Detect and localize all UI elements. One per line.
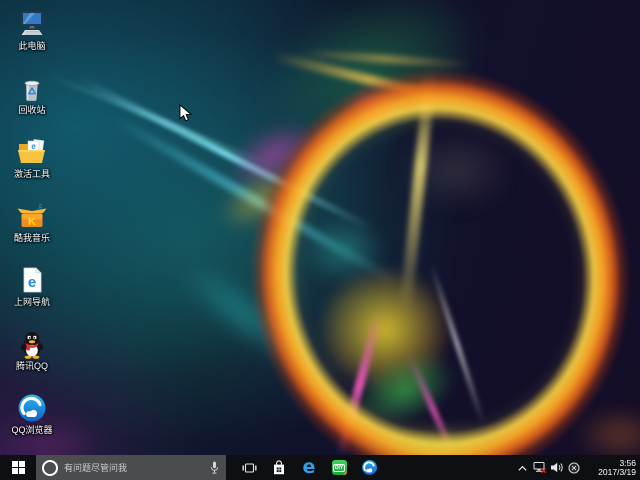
- desktop-icon-label: 激活工具: [14, 169, 50, 179]
- wallpaper-layer: [295, 245, 475, 415]
- taskbar-clock[interactable]: 3:56 2017/3/19: [582, 459, 640, 477]
- desktop-icon-label: 酷我音乐: [14, 233, 50, 243]
- wallpaper-layer: [194, 87, 355, 223]
- wallpaper-layer: [555, 395, 640, 455]
- diy-label: DIY: [333, 464, 345, 472]
- taskbar: 有问题尽管问我: [0, 455, 640, 480]
- system-tray: 3:56 2017/3/19: [514, 455, 640, 480]
- chevron-up-icon: [517, 464, 528, 472]
- activation-tool-icon: e: [16, 136, 48, 168]
- this-pc-icon: [16, 8, 48, 40]
- taskbar-edge-button[interactable]: e: [294, 455, 324, 480]
- wallpaper-layer: [272, 51, 468, 109]
- wallpaper-layer: [48, 73, 282, 171]
- start-button[interactable]: [0, 455, 36, 480]
- taskbar-diy-button[interactable]: DIY: [324, 455, 354, 480]
- web-navigation-icon: e: [16, 264, 48, 296]
- qq-browser-icon: [16, 392, 48, 424]
- search-box[interactable]: 有问题尽管问我: [36, 455, 226, 480]
- circle-x-icon: [568, 462, 580, 474]
- wallpaper-layer: [370, 110, 540, 230]
- network-disconnected-icon: [533, 461, 547, 474]
- desktop-icon-kuwo-music[interactable]: K ♫ 酷我音乐: [2, 200, 62, 258]
- tray-volume-icon[interactable]: [548, 455, 565, 480]
- desktop-icon-label: 上网导航: [14, 297, 50, 307]
- tray-network-icon[interactable]: [531, 455, 548, 480]
- desktop-icon-label: 回收站: [18, 105, 45, 115]
- microphone-icon[interactable]: [209, 460, 220, 476]
- music-note-glyph: ♫: [37, 202, 43, 211]
- diy-tool-icon: DIY: [332, 460, 347, 475]
- edge-icon: e: [303, 458, 316, 477]
- recycle-bin-icon: [16, 72, 48, 104]
- desktop-icon-label: 此电脑: [18, 41, 45, 51]
- tray-expand-chevron[interactable]: [514, 455, 531, 480]
- volume-icon: [550, 461, 564, 474]
- tray-circle-x-icon[interactable]: [565, 455, 582, 480]
- desktop-icon-this-pc[interactable]: 此电脑: [2, 8, 62, 66]
- wallpaper-layer: [399, 70, 436, 310]
- search-placeholder: 有问题尽管问我: [64, 461, 203, 474]
- wallpaper-layer: [133, 217, 357, 414]
- kuwo-music-icon: K ♫: [16, 200, 48, 232]
- clock-date: 2017/3/19: [582, 468, 636, 477]
- kuwo-k-glyph: K: [28, 216, 36, 228]
- desktop-icon-tencent-qq[interactable]: 腾讯QQ: [2, 328, 62, 386]
- wallpaper-layer: [300, 49, 470, 69]
- desktop-icon-label: QQ浏览器: [11, 425, 52, 435]
- desktop-screen: 此电脑 回收站 e 激活工具 K: [0, 0, 640, 480]
- wallpaper-layer: [336, 311, 384, 455]
- nav-e-glyph: e: [28, 274, 36, 291]
- wallpaper-layer: [285, 200, 405, 300]
- qq-browser-taskbar-icon: [361, 459, 378, 476]
- wallpaper-layer: [335, 80, 415, 135]
- wallpaper-ring: [224, 44, 640, 455]
- windows-logo-icon: [12, 461, 25, 474]
- ie-glyph: e: [31, 142, 36, 151]
- taskbar-store-button[interactable]: [264, 455, 294, 480]
- desktop-icon-recycle-bin[interactable]: 回收站: [2, 72, 62, 130]
- task-view-icon: [242, 461, 257, 475]
- wallpaper-layer: [318, 318, 492, 455]
- taskbar-qq-browser-button[interactable]: [354, 455, 384, 480]
- wallpaper-layer: [429, 263, 486, 426]
- wallpaper-layer: [186, 139, 334, 262]
- cortana-icon: [42, 460, 58, 476]
- wallpaper-layer: [406, 354, 461, 455]
- wallpaper-layer: [110, 113, 401, 287]
- task-view-button[interactable]: [234, 455, 264, 480]
- desktop-icon-qq-browser[interactable]: QQ浏览器: [2, 392, 62, 450]
- desktop-icon-label: 腾讯QQ: [16, 361, 48, 371]
- wallpaper: [0, 0, 640, 455]
- store-icon: [272, 460, 286, 476]
- desktop-icon-web-navigation[interactable]: e 上网导航: [2, 264, 62, 322]
- desktop-icon-activation-tool[interactable]: e 激活工具: [2, 136, 62, 194]
- wallpaper-layer: [76, 75, 373, 231]
- tencent-qq-icon: [16, 328, 48, 360]
- mouse-cursor: [179, 104, 192, 123]
- wallpaper-layer: [320, 415, 550, 455]
- wallpaper-layer: [180, 0, 571, 238]
